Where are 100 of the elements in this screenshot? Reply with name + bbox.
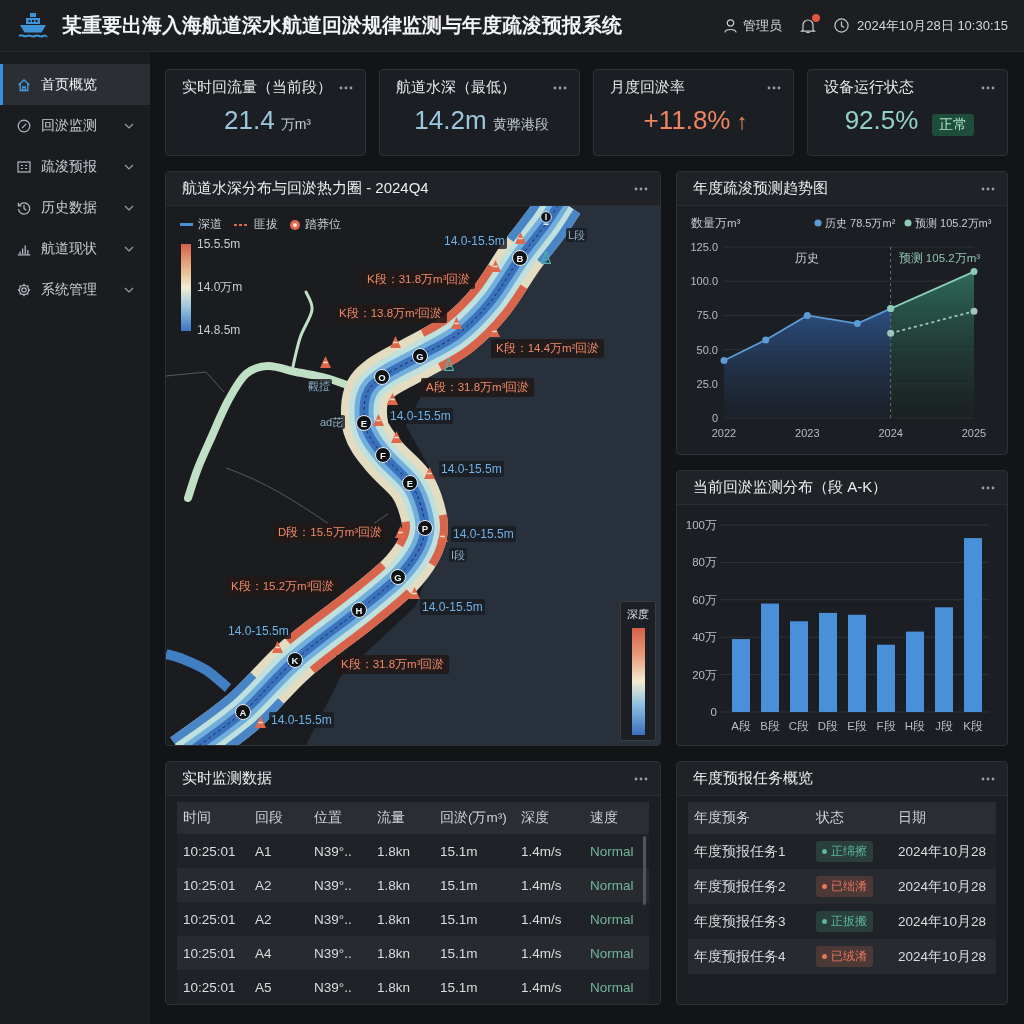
- cone-marker-icon: [408, 587, 420, 599]
- legend-label: 踏莽位: [305, 216, 341, 233]
- user-icon[interactable]: [723, 18, 737, 33]
- cone-marker-icon: [489, 260, 501, 272]
- legend-label: 历史 78.5万m²: [825, 217, 896, 229]
- table-row[interactable]: 10:25:01 A4 N39°.. 1.8kn 15.1m 1.4m/s Normal: [177, 936, 649, 970]
- sidebar-item[interactable]: 航道现状: [0, 228, 150, 269]
- scale-label: 14.0万m: [197, 280, 243, 295]
- more-icon[interactable]: [981, 776, 995, 781]
- sidebar-item[interactable]: 回淤监测: [0, 105, 150, 146]
- sidebar-item[interactable]: 系统管理: [0, 269, 150, 310]
- depth-label: 14.0-15.5m: [420, 599, 485, 615]
- table-cell-text: 1.8kn: [376, 979, 412, 995]
- table-row[interactable]: 10:25:01 A2 N39°.. 1.8kn 15.1m 1.4m/s Normal: [177, 868, 649, 902]
- data-point: [803, 311, 811, 319]
- kpi-unit: 黄骅港段: [492, 116, 549, 134]
- beacon-icon: [541, 251, 551, 264]
- siltation-label: A段：31.8万m³回淤: [421, 378, 535, 397]
- status-text: 正扳搬: [831, 913, 867, 930]
- axis-label: F段: [876, 720, 896, 732]
- table-cell-text: N39°..: [313, 843, 353, 859]
- table-cell-text: Normal: [589, 877, 635, 893]
- kpi-title: 航道水深（最低）: [396, 78, 516, 97]
- table-cell-text: 年度预报任务4: [693, 947, 787, 966]
- axis-label: 60万: [692, 593, 717, 606]
- data-point: [970, 307, 978, 315]
- more-icon[interactable]: [767, 85, 781, 90]
- more-icon[interactable]: [553, 85, 567, 90]
- table-row[interactable]: 10:25:01 A2 N39°.. 1.8kn 15.1m 1.4m/s Normal: [177, 902, 649, 936]
- chart-annotation: 历史: [795, 252, 820, 264]
- siltation-label: K段：14.4万m²回淤: [491, 339, 605, 358]
- table-cell-text: 2024年10月28: [897, 912, 988, 931]
- table-row[interactable]: 年度预报任务4 已绒淆 2024年10月28: [688, 939, 996, 974]
- table-cell-text: 年度预报任务3: [693, 912, 787, 931]
- branch-river: [166, 649, 232, 692]
- kpi-title: 月度回淤率: [610, 78, 685, 97]
- table-cell-text: 1.4m/s: [520, 945, 563, 961]
- grid-panel-icon: [17, 159, 31, 174]
- table-cell-text: 1.8kn: [376, 843, 412, 859]
- column-header: 速度: [589, 809, 619, 827]
- table-row[interactable]: 10:25:01 A1 N39°.. 1.8kn 15.1m 1.4m/s Normal: [177, 834, 649, 868]
- bell-icon[interactable]: [799, 17, 816, 34]
- more-icon[interactable]: [981, 186, 995, 191]
- table-cell-text: 2024年10月28: [897, 842, 988, 861]
- table-cell-text: N39°..: [313, 877, 353, 893]
- clock-icon: [833, 18, 849, 33]
- panel-title: 当前回淤监测分布（段 A-K）: [693, 478, 888, 497]
- sidebar-item[interactable]: 历史数据: [0, 187, 150, 228]
- more-icon[interactable]: [981, 85, 995, 90]
- settings-icon: [17, 282, 31, 297]
- axis-label: 2023: [795, 427, 820, 439]
- more-icon[interactable]: [339, 85, 353, 90]
- siltation-label: K段：13.8万m²回淤: [334, 304, 448, 323]
- kpi-title: 设备运行状态: [824, 78, 914, 97]
- table-row[interactable]: 年度预报任务3 正扳搬 2024年10月28: [688, 904, 996, 939]
- more-icon[interactable]: [634, 776, 648, 781]
- kpi-title: 实时回流量（当前段）: [182, 78, 332, 97]
- table-cell-text: 1.8kn: [376, 911, 412, 927]
- axis-label: 2022: [711, 427, 737, 439]
- more-icon[interactable]: [981, 485, 995, 490]
- table-cell-text: 2024年10月28: [897, 877, 988, 896]
- table-cell-text: 1.4m/s: [520, 911, 563, 927]
- user-name[interactable]: 管理员: [742, 16, 782, 35]
- data-point: [970, 268, 978, 276]
- axis-label: 100万: [685, 519, 717, 531]
- cone-marker-icon: [372, 414, 384, 426]
- more-icon[interactable]: [634, 186, 648, 191]
- scrollbar-thumb[interactable]: [643, 836, 646, 905]
- table-cell-text: 10:25:01: [182, 877, 237, 893]
- axis-label: 2025: [961, 427, 987, 439]
- bar: [877, 644, 895, 712]
- axis-label: 20万: [692, 668, 717, 681]
- table-cell-text: Normal: [589, 843, 635, 859]
- axis-label: 75.0: [696, 309, 718, 322]
- table-cell-text: 15.1m: [439, 945, 479, 961]
- sidebar-item[interactable]: 疏浚预报: [0, 146, 150, 187]
- column-header: 深度: [520, 809, 550, 827]
- scale-label: 14.8.5m: [197, 323, 241, 338]
- home-icon: [17, 77, 31, 92]
- axis-label: A段: [731, 720, 751, 732]
- siltation-label: D段：15.5万m³回淤: [273, 523, 388, 542]
- depth-label: 14.0-15.5m: [269, 712, 334, 728]
- beacon-icon: [444, 358, 454, 371]
- status-text: 正绵擦: [831, 843, 867, 860]
- cone-marker-icon: [450, 317, 462, 329]
- axis-title: 数量万m³: [691, 217, 741, 229]
- axis-label: 40万: [692, 631, 717, 644]
- sidebar-item[interactable]: 首页概览: [0, 64, 150, 105]
- table-row[interactable]: 年度预报任务2 已绌淆 2024年10月28: [688, 869, 996, 904]
- axis-label: B段: [760, 720, 780, 732]
- cone-marker-icon: [389, 336, 401, 348]
- depth-label: 14.0-15.5m: [226, 623, 291, 639]
- axis-label: 80万: [692, 556, 717, 569]
- column-header: 状态: [815, 809, 845, 827]
- table-cell-text: 15.1m: [439, 843, 479, 859]
- table-row[interactable]: 10:25:01 A5 N39°.. 1.8kn 15.1m 1.4m/s Normal: [177, 970, 649, 1004]
- table-row[interactable]: 年度预报任务1 正绵擦 2024年10月28: [688, 834, 996, 869]
- table-cell-text: Normal: [589, 911, 635, 927]
- depth-label: 14.0-15.5m: [388, 408, 453, 424]
- panel-title: 航道水深分布与回淤热力圈 - 2024Q4: [182, 179, 429, 198]
